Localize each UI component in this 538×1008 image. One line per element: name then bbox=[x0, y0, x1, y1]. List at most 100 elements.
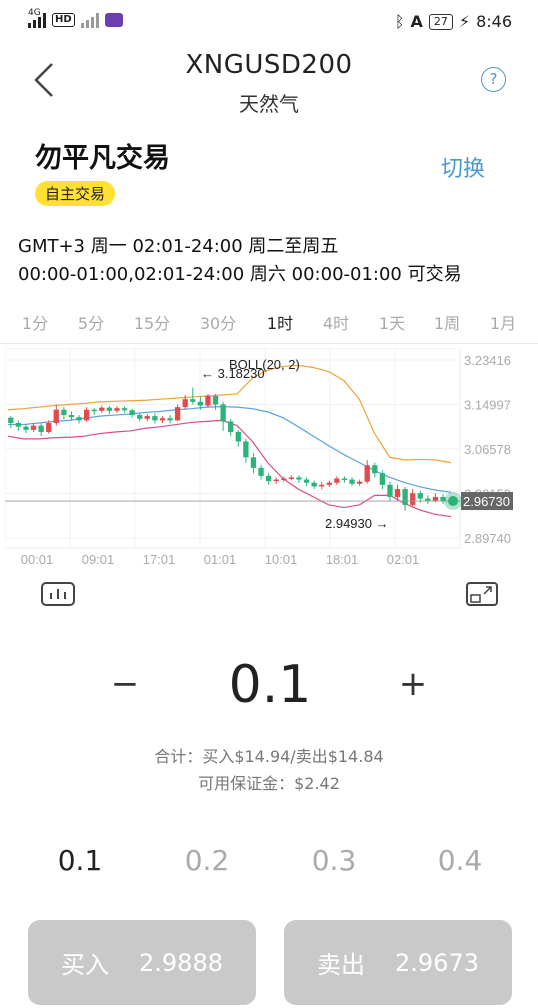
tab-timeframe-1[interactable]: 5分 bbox=[71, 310, 111, 334]
trading-hours-line-1: GMT+3 周一 02:01-24:00 周二至周五 bbox=[18, 236, 339, 257]
x-tick-label: 18:01 bbox=[326, 552, 359, 567]
candle-body bbox=[281, 478, 287, 480]
lot-preset-1[interactable]: 0.2 bbox=[177, 844, 237, 877]
trading-hours: GMT+3 周一 02:01-24:00 周二至周五 00:00-01:00,0… bbox=[18, 233, 533, 289]
candle-body bbox=[341, 478, 348, 480]
x-tick-label: 17:01 bbox=[143, 552, 176, 567]
lot-size-value[interactable]: 0.1 bbox=[200, 655, 340, 715]
candle-body bbox=[425, 498, 431, 501]
candle-body bbox=[190, 399, 196, 402]
candle-body bbox=[159, 418, 166, 421]
bar-chart-icon bbox=[41, 582, 75, 606]
expand-icon bbox=[466, 582, 498, 606]
available-margin: 可用保证金：$2.42 bbox=[198, 774, 340, 793]
candle-body bbox=[417, 493, 423, 499]
clock: 8:46 bbox=[476, 12, 512, 31]
candle-body bbox=[15, 422, 22, 427]
app-notification-icon bbox=[104, 13, 123, 27]
x-tick-label: 02:01 bbox=[387, 552, 420, 567]
lot-preset-3[interactable]: 0.4 bbox=[430, 844, 490, 877]
buy-label: 买入 bbox=[61, 951, 109, 979]
battery-indicator: 27 bbox=[428, 13, 453, 30]
tab-timeframe-2[interactable]: 15分 bbox=[132, 310, 172, 334]
nfc-icon: A bbox=[410, 12, 423, 31]
lot-preset-2[interactable]: 0.3 bbox=[304, 844, 364, 877]
trading-hours-line-2: 00:00-01:00,02:01-24:00 周六 00:00-01:00 可… bbox=[18, 264, 462, 285]
candle-body bbox=[228, 421, 234, 432]
hd-icon: HD bbox=[52, 13, 75, 27]
candle-body bbox=[76, 417, 82, 421]
decrease-lot-button[interactable]: − bbox=[110, 664, 140, 704]
x-tick-label: 10:01 bbox=[265, 552, 298, 567]
status-right: ᛒ A 27 ⚡ 8:46 bbox=[395, 12, 512, 31]
candle-body bbox=[402, 489, 408, 505]
candle-body bbox=[311, 482, 317, 487]
x-tick-label: 09:01 bbox=[82, 552, 115, 567]
tab-timeframe-3[interactable]: 30分 bbox=[198, 310, 238, 334]
x-tick-label: 01:01 bbox=[204, 552, 237, 567]
candle-body bbox=[53, 409, 59, 423]
tab-timeframe-8[interactable]: 1月 bbox=[483, 310, 523, 334]
order-total: 合计：买入$14.94/卖出$14.84 bbox=[154, 747, 384, 766]
candle-body bbox=[114, 408, 120, 411]
price-chart[interactable]: 3.234163.149973.065782.981592.897402.967… bbox=[5, 348, 515, 570]
candle-body bbox=[144, 416, 150, 419]
divider bbox=[0, 343, 538, 344]
candle-body bbox=[379, 473, 386, 485]
symbol-name: 天然气 bbox=[239, 92, 299, 116]
charging-icon: ⚡ bbox=[458, 12, 471, 31]
switch-button[interactable]: 切换 bbox=[441, 151, 485, 183]
candle-body bbox=[167, 418, 173, 421]
candle-body bbox=[212, 396, 219, 405]
candle-body bbox=[326, 482, 332, 485]
strategy-title: 勿平凡交易 bbox=[35, 143, 170, 174]
low-annotation: 2.94930 → bbox=[325, 516, 389, 531]
tab-timeframe-6[interactable]: 1天 bbox=[372, 310, 412, 334]
sell-button[interactable]: 卖出 2.9673 bbox=[284, 920, 512, 1005]
trade-mode-badge: 自主交易 bbox=[35, 181, 116, 206]
x-tick-label: 00:01 bbox=[21, 552, 54, 567]
candle-body bbox=[364, 465, 370, 482]
candle-body bbox=[220, 404, 226, 422]
lot-preset-0[interactable]: 0.1 bbox=[50, 844, 110, 877]
candle-body bbox=[303, 479, 310, 483]
candle-body bbox=[83, 409, 90, 421]
candle-body bbox=[99, 407, 105, 411]
increase-lot-button[interactable]: + bbox=[398, 664, 428, 704]
candle-body bbox=[394, 489, 401, 497]
tab-timeframe-5[interactable]: 4时 bbox=[316, 310, 356, 334]
y-tick-label: 3.14997 bbox=[464, 398, 511, 413]
tab-timeframe-4[interactable]: 1时 bbox=[260, 310, 300, 334]
candle-body bbox=[235, 431, 241, 442]
candle-body bbox=[197, 401, 204, 406]
candle-body bbox=[349, 479, 355, 484]
candle-body bbox=[106, 407, 113, 411]
candle-body bbox=[121, 408, 128, 411]
indicator-toggle-button[interactable] bbox=[41, 582, 75, 612]
bluetooth-icon: ᛒ bbox=[394, 12, 405, 31]
candle-body bbox=[61, 409, 67, 416]
candle-body bbox=[356, 481, 363, 484]
fullscreen-button[interactable] bbox=[466, 582, 498, 612]
live-price-dot bbox=[448, 496, 459, 507]
candle-body bbox=[296, 477, 302, 480]
candle-body bbox=[265, 475, 272, 482]
candle-body bbox=[8, 417, 14, 423]
y-tick-label: 2.89740 bbox=[464, 531, 511, 546]
sell-label: 卖出 bbox=[317, 951, 365, 979]
candle-body bbox=[129, 410, 135, 416]
status-bar: 4G HD ᛒ A 27 ⚡ 8:46 bbox=[0, 0, 538, 44]
tab-timeframe-0[interactable]: 1分 bbox=[15, 310, 55, 334]
current-price-label: 2.96730 bbox=[463, 494, 510, 509]
candle-body bbox=[46, 422, 52, 432]
buy-button[interactable]: 买入 2.9888 bbox=[28, 920, 256, 1005]
candle-body bbox=[273, 479, 279, 482]
timeframe-tabs: 1分 5分 15分 30分 1时 4时 1天 1周 1月 bbox=[0, 310, 538, 338]
y-tick-label: 3.06578 bbox=[464, 442, 511, 457]
tab-timeframe-7[interactable]: 1周 bbox=[427, 310, 467, 334]
cell-signal-2-icon bbox=[80, 12, 99, 28]
status-left: 4G HD bbox=[28, 8, 123, 28]
candle-body bbox=[243, 441, 249, 458]
candle-body bbox=[38, 425, 44, 432]
help-icon[interactable]: ? bbox=[481, 67, 506, 92]
